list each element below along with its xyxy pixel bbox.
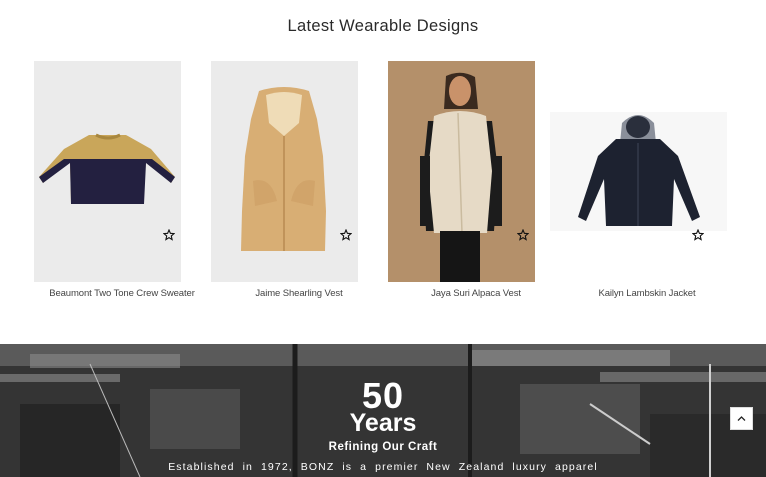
product-name[interactable]: Jaya Suri Alpaca Vest (378, 288, 574, 299)
star-outline-icon[interactable] (691, 228, 705, 241)
section-title: Latest Wearable Designs (287, 17, 479, 35)
product-image[interactable] (550, 61, 727, 282)
product-card[interactable]: Jaya Suri Alpaca Vest (388, 61, 564, 299)
product-name[interactable]: Jaime Shearling Vest (201, 288, 397, 299)
product-card[interactable]: Jaime Shearling Vest (211, 61, 387, 299)
years-label: Years (349, 409, 417, 437)
product-name[interactable]: Beaumont Two Tone Crew Sweater (24, 288, 220, 299)
product-image[interactable] (211, 61, 358, 282)
tagline: Refining Our Craft (328, 441, 438, 453)
star-outline-icon[interactable] (162, 228, 176, 241)
product-image[interactable] (388, 61, 535, 282)
product-image[interactable] (34, 61, 181, 282)
product-name[interactable]: Kailyn Lambskin Jacket (549, 288, 745, 299)
star-outline-icon[interactable] (516, 228, 530, 241)
heritage-banner: 50 Years Refining Our Craft Established … (0, 344, 766, 477)
star-outline-icon[interactable] (339, 228, 353, 241)
product-card[interactable]: Beaumont Two Tone Crew Sweater (34, 61, 210, 299)
product-card[interactable]: Kailyn Lambskin Jacket (550, 61, 727, 299)
back-to-top-button[interactable] (730, 407, 753, 430)
chevron-up-icon (737, 416, 746, 421)
about-text: Established in 1972, BONZ is a premier N… (168, 461, 598, 473)
